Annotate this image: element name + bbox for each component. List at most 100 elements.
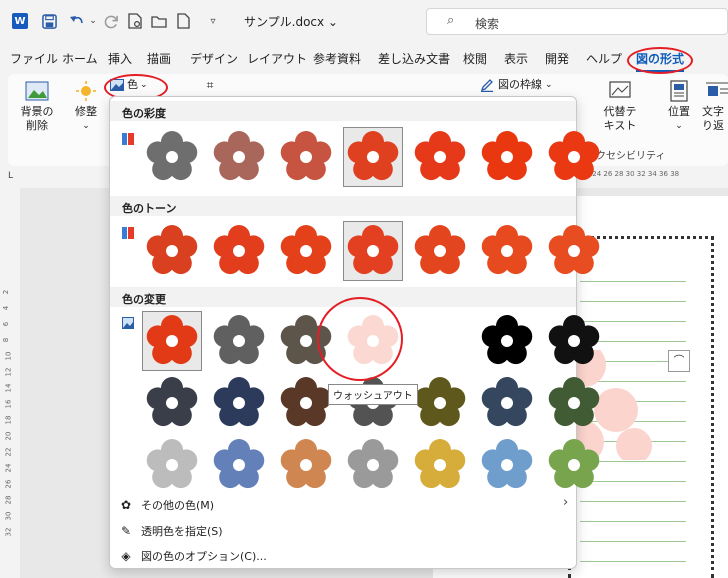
flower-icon <box>481 225 533 275</box>
recolor-swatch[interactable] <box>477 435 537 495</box>
saturation-swatch[interactable] <box>410 127 470 187</box>
saturation-swatch[interactable] <box>142 127 202 187</box>
position-icon <box>670 80 688 102</box>
recolor-title: 色の変更 <box>122 293 166 306</box>
open-icon[interactable] <box>150 10 168 32</box>
recolor-swatch[interactable] <box>544 435 604 495</box>
recolor-icon <box>122 317 134 329</box>
recolor-swatch[interactable] <box>544 373 604 433</box>
flower-icon <box>548 377 600 427</box>
tab-draw[interactable]: 描画 <box>147 50 171 67</box>
remove-background-button[interactable]: 背景の 削除 <box>14 80 60 133</box>
undo-dropdown-icon[interactable]: ⌄ <box>88 10 98 32</box>
tab-layout[interactable]: レイアウト <box>247 50 307 67</box>
tone-icon <box>122 227 134 239</box>
recolor-swatch[interactable] <box>544 311 604 371</box>
tab-references[interactable]: 参考資料 <box>313 50 361 67</box>
tab-help[interactable]: ヘルプ <box>586 50 622 67</box>
print-preview-icon[interactable] <box>126 10 144 32</box>
recolor-swatch[interactable] <box>343 435 403 495</box>
chevron-down-icon: ⌄ <box>675 121 683 131</box>
wrap-text-button[interactable]: 文字 り返 <box>702 80 728 133</box>
search-box[interactable]: ⌕ 検索 <box>426 8 728 35</box>
tone-swatch[interactable] <box>477 221 537 281</box>
recolor-swatch[interactable] <box>209 311 269 371</box>
recolor-swatch[interactable] <box>477 311 537 371</box>
menu-bar: ファイル ホーム 挿入 描画 デザイン レイアウト 参考資料 差し込み文書 校閲… <box>0 46 728 72</box>
vertical-ruler-tick: 20 <box>4 431 13 441</box>
flower-icon <box>347 131 399 181</box>
pencil-icon <box>480 79 493 92</box>
flower-icon <box>280 377 332 427</box>
flower-icon <box>414 225 466 275</box>
new-icon[interactable] <box>174 10 192 32</box>
corrections-button[interactable]: 修整 ⌄ <box>66 80 106 133</box>
tab-mailings[interactable]: 差し込み文書 <box>378 50 450 67</box>
saturation-swatch[interactable] <box>209 127 269 187</box>
tone-swatch[interactable] <box>410 221 470 281</box>
recolor-swatch[interactable] <box>209 435 269 495</box>
saturation-swatch[interactable] <box>544 127 604 187</box>
paint-bucket-icon: ◈ <box>121 549 131 563</box>
tone-swatch[interactable] <box>209 221 269 281</box>
position-label: 位置 <box>668 105 690 118</box>
redo-icon[interactable] <box>102 10 120 32</box>
recolor-swatch[interactable] <box>276 435 336 495</box>
tab-stop-marker[interactable]: L <box>8 171 13 181</box>
recolor-swatch[interactable] <box>410 373 470 433</box>
flower-icon <box>146 377 198 427</box>
tone-swatch[interactable] <box>142 221 202 281</box>
recolor-swatch[interactable] <box>477 373 537 433</box>
flower-icon <box>414 377 466 427</box>
saturation-title: 色の彩度 <box>122 107 166 120</box>
customize-icon[interactable]: ▿ <box>206 10 220 32</box>
flower-icon <box>146 439 198 489</box>
recolor-swatch[interactable] <box>410 435 470 495</box>
tab-design[interactable]: デザイン <box>190 50 238 67</box>
tab-file[interactable]: ファイル <box>10 50 58 67</box>
compress-pictures-icon[interactable]: ⌗ <box>200 78 220 92</box>
flower-icon <box>146 315 198 365</box>
alt-text-button[interactable]: 代替テ キスト <box>594 80 646 133</box>
saturation-swatch[interactable] <box>343 127 403 187</box>
vertical-ruler-tick: 22 <box>4 447 13 457</box>
remove-background-label: 背景の 削除 <box>20 105 54 132</box>
position-button[interactable]: 位置 ⌄ <box>660 80 698 133</box>
tone-swatch[interactable] <box>343 221 403 281</box>
flower-icon <box>213 315 265 365</box>
picture-border-button[interactable]: 図の枠線 ⌄ <box>480 78 580 92</box>
layout-options-icon[interactable]: ⌒ <box>668 350 690 372</box>
recolor-swatch[interactable] <box>142 435 202 495</box>
tone-swatch[interactable] <box>544 221 604 281</box>
recolor-swatch[interactable] <box>209 373 269 433</box>
saturation-swatch[interactable] <box>477 127 537 187</box>
tab-view[interactable]: 表示 <box>504 50 528 67</box>
tab-developer[interactable]: 開発 <box>545 50 569 67</box>
document-name[interactable]: サンプル.docx ⌄ <box>244 13 338 30</box>
picture-color-options-item[interactable]: ◈ 図の色のオプション(C)... <box>118 548 266 564</box>
more-colors-item[interactable]: ✿ その他の色(M) <box>118 497 214 513</box>
flower-icon <box>548 315 600 365</box>
flower-icon <box>481 377 533 427</box>
saturation-swatch[interactable] <box>276 127 336 187</box>
highlight-ellipse-washout <box>317 297 403 381</box>
recolor-swatch[interactable] <box>410 311 470 371</box>
tone-header <box>110 196 576 216</box>
flower-icon <box>280 131 332 181</box>
chevron-right-icon: › <box>563 495 569 510</box>
undo-icon[interactable] <box>66 10 88 32</box>
tab-insert[interactable]: 挿入 <box>108 50 132 67</box>
tone-swatch[interactable] <box>276 221 336 281</box>
washout-tooltip: ウォッシュアウト <box>328 384 418 405</box>
recolor-swatch[interactable] <box>142 311 202 371</box>
vertical-ruler-tick: 16 <box>4 399 13 409</box>
vertical-ruler-tick: 30 <box>4 511 13 521</box>
flower-icon <box>548 225 600 275</box>
recolor-swatch[interactable] <box>142 373 202 433</box>
save-icon[interactable] <box>40 10 58 32</box>
set-transparent-item[interactable]: ✎ 透明色を指定(S) <box>118 523 223 539</box>
recolor-swatch[interactable] <box>276 373 336 433</box>
tab-home[interactable]: ホーム <box>62 50 98 67</box>
vertical-ruler-tick: 14 <box>4 383 13 393</box>
tab-review[interactable]: 校閲 <box>463 50 487 67</box>
